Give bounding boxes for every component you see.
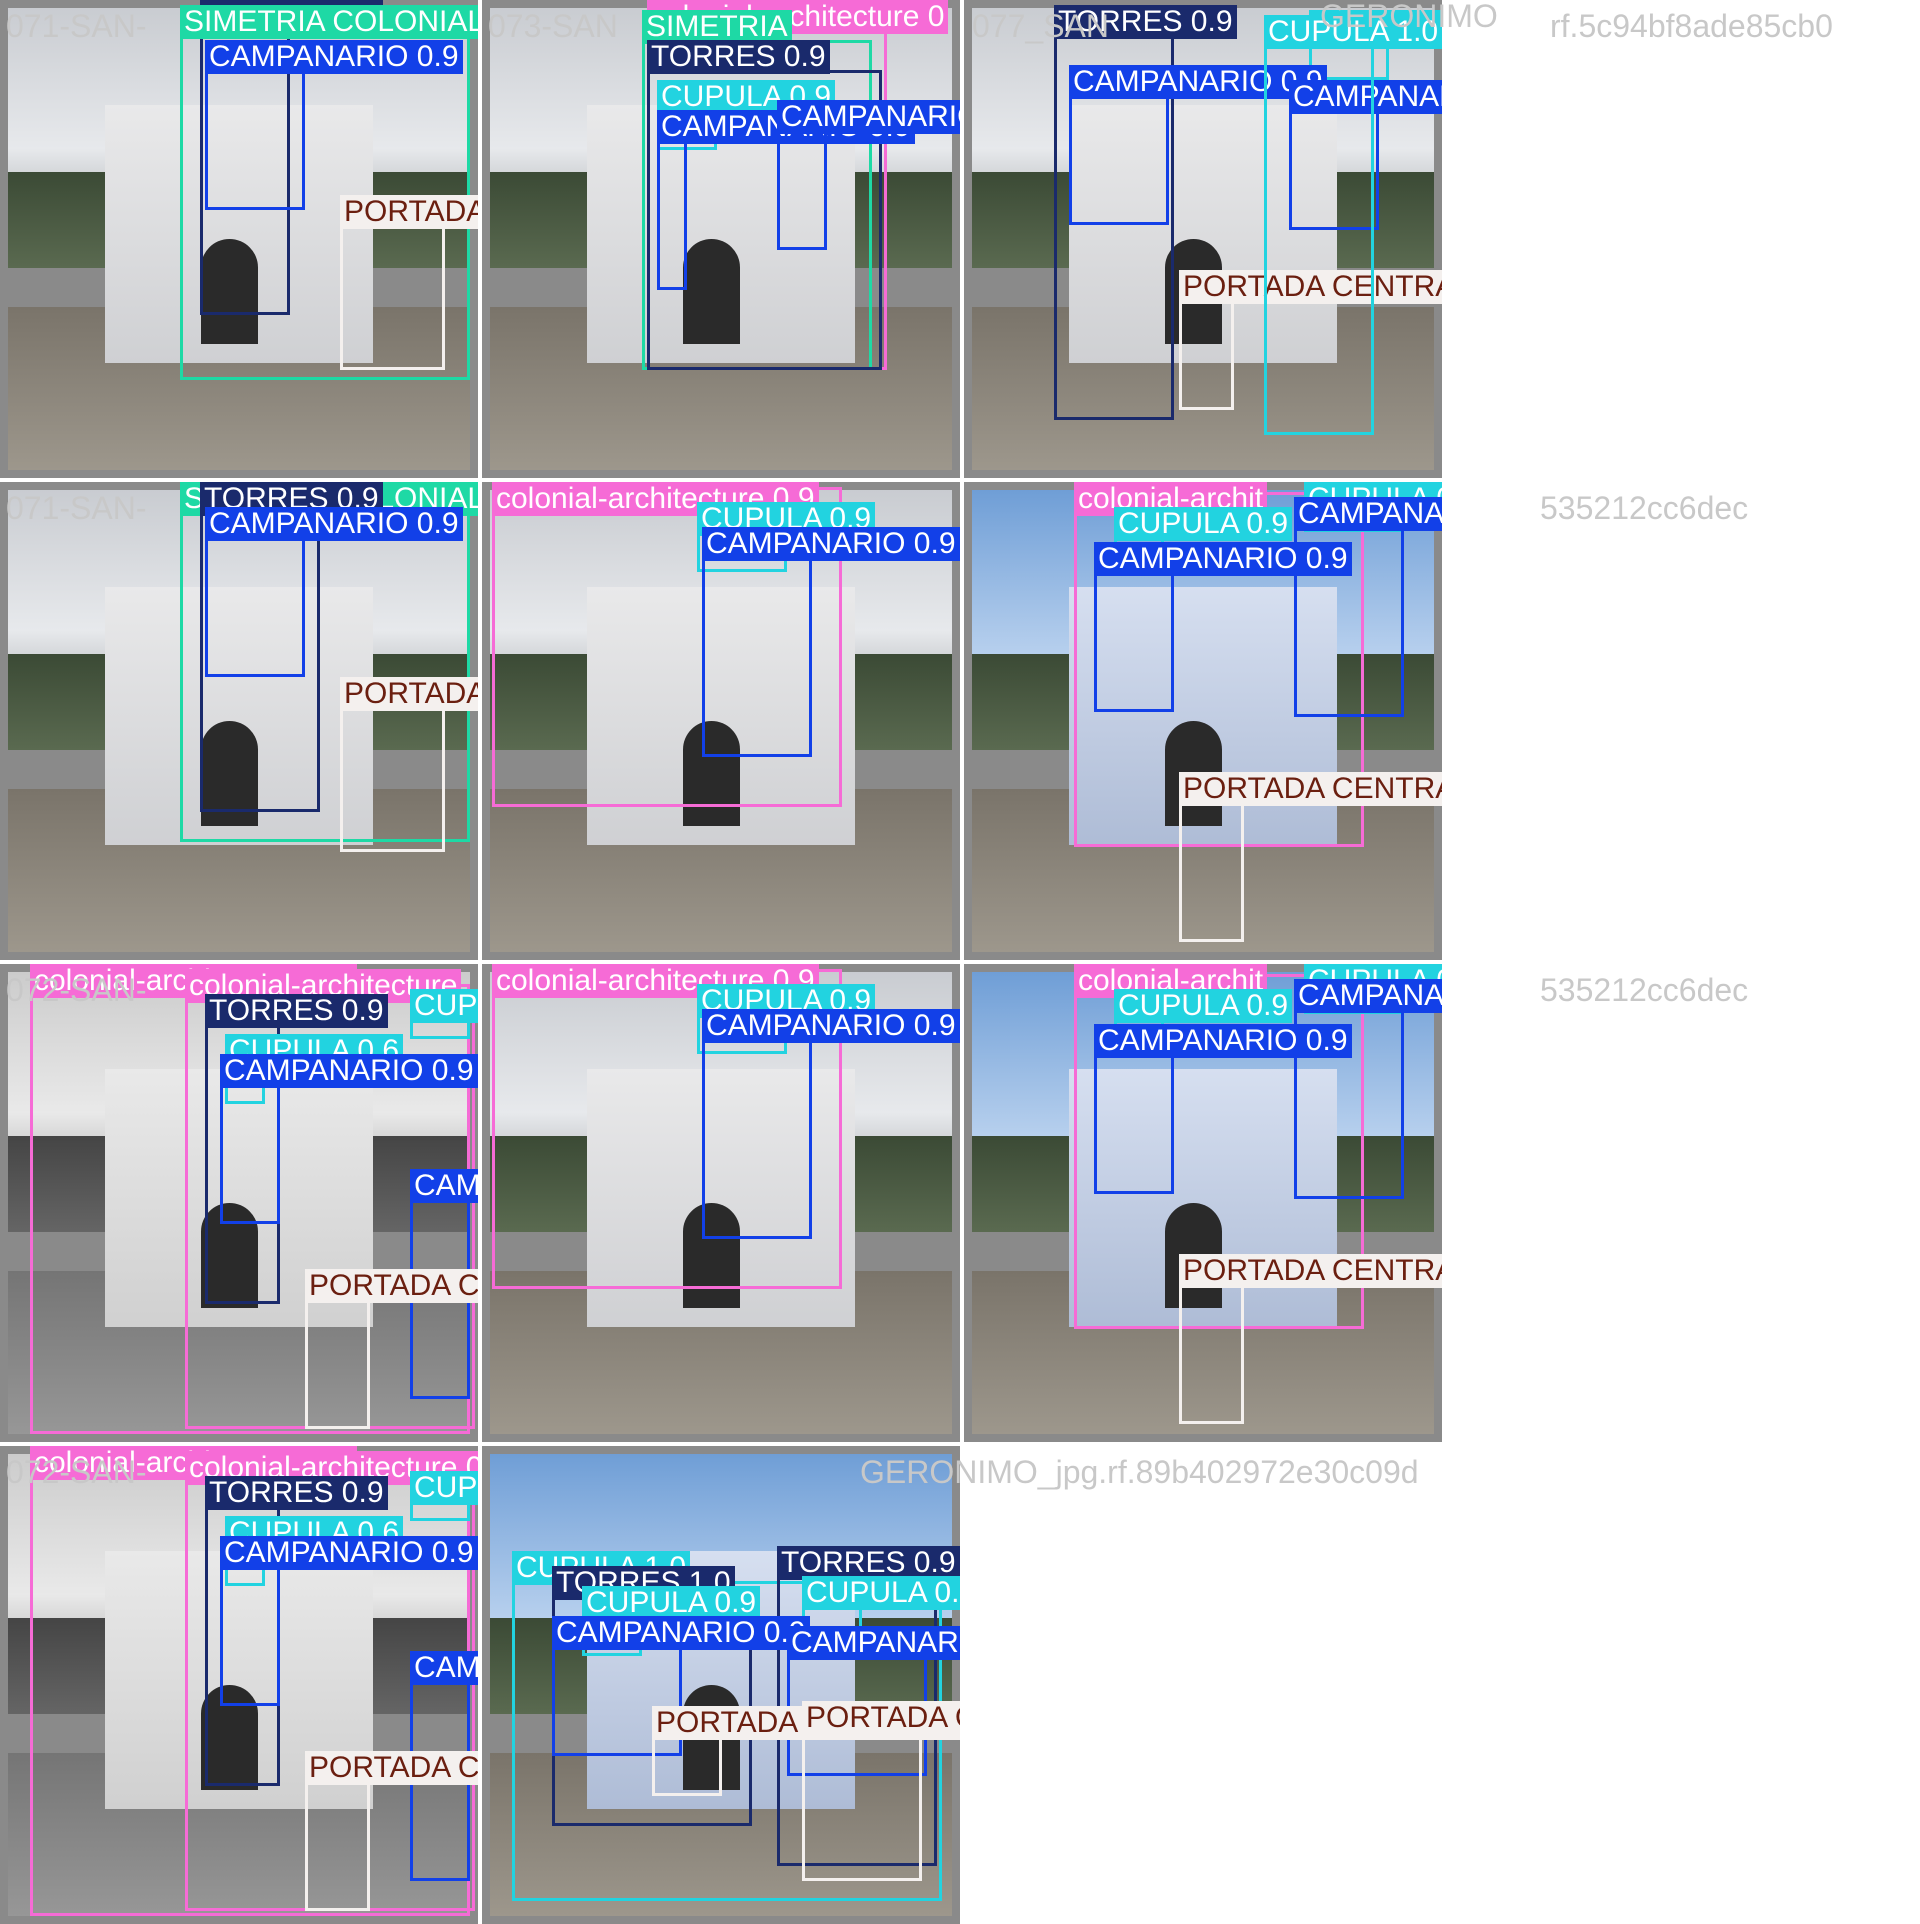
bbox-campanario bbox=[1069, 95, 1169, 225]
image-filename: 535212cc6dec bbox=[1540, 972, 1749, 1008]
bbox-label: CAMPANARIO 0.9 bbox=[1294, 979, 1442, 1013]
detection-mosaic: TORRES 0.9SIMETRIA COLONIAL 0.6CAMPANARI… bbox=[0, 0, 1920, 1924]
mosaic-tile: colonial-architecture 0.9 CUPULA 0.9 CAMPA… bbox=[482, 964, 960, 1442]
mosaic-tile: colonial-architecture 0.9colonial-archit… bbox=[0, 1446, 478, 1924]
bbox-label: PORTADA CENTRAL 0.9 bbox=[1179, 1254, 1442, 1288]
bbox-label: CUPULA 0.9 bbox=[1114, 989, 1293, 1023]
bbox-portada-central bbox=[340, 225, 445, 370]
mosaic-tile: SIMETRIA COLONIALTORRES 0.9CAMPANARIO 0.… bbox=[0, 482, 478, 960]
mosaic-tile: colonial-architCUPULA 0.9CAMPANARIO 0.9C… bbox=[964, 482, 1442, 960]
bbox-label: CUPULA 0.9 bbox=[582, 1586, 761, 1620]
mosaic-tile: colonial-architecture 0 SIMETRIA TORRES 0.… bbox=[482, 0, 960, 478]
bbox-label: CAMPANARIO 0.9 bbox=[552, 1616, 810, 1650]
mosaic-tile: colonial-architCUPULA 0.9CAMPANARIO 0.9C… bbox=[964, 964, 1442, 1442]
bbox-campanario bbox=[657, 140, 687, 290]
bbox-campanario bbox=[777, 130, 827, 250]
mosaic-tile: colonial-architecture 0.9 CUPULA 0.9 CAMPA… bbox=[482, 482, 960, 960]
bbox-label: CAMPANARIO 0.9 bbox=[777, 100, 960, 134]
bbox-label: PORTADA CENTRAL 0.9 bbox=[340, 677, 478, 711]
bbox-label: CAMPANARIO 0.9 bbox=[220, 1054, 478, 1088]
bbox-label: CAMPANARIO 0.9 bbox=[1294, 497, 1442, 531]
bbox-campanario bbox=[220, 1084, 280, 1224]
bbox-label: CUPULA 1.0 bbox=[1264, 15, 1442, 49]
bbox-label: PORTADA CENTRAL 0.9 bbox=[1179, 772, 1442, 806]
bbox-campanario bbox=[1094, 572, 1174, 712]
mosaic-tile: TORRES 0.9CUPULA 0.9CAMPANARIO 0.9CAMPAN… bbox=[964, 0, 1442, 478]
bbox-label: CAMPANARIO 0.9 bbox=[220, 1536, 478, 1570]
bbox-label: CAMPANARIO 0.9 bbox=[1094, 1024, 1352, 1058]
bbox-label: CAMPANARIO 0.9 bbox=[1094, 542, 1352, 576]
bbox-label: TORRES 0.9 bbox=[205, 1476, 388, 1510]
bbox-label: PORTADA CENTRAL 0.9 bbox=[305, 1751, 478, 1785]
bbox-label: PORTADA CENTRAL 0.9 bbox=[802, 1701, 960, 1735]
bbox-label: TORRES 0.9 bbox=[1054, 5, 1237, 39]
bbox-portada-central bbox=[305, 1781, 370, 1911]
bbox-label: PORTADA CENTRAL 0.9 bbox=[305, 1269, 478, 1303]
mosaic-tile: TORRES 0.9SIMETRIA COLONIAL 0.6CAMPANARI… bbox=[0, 0, 478, 478]
bbox-portada-central bbox=[1179, 1284, 1244, 1424]
bbox-label: CAMPANARIO 0.9 bbox=[702, 527, 960, 561]
bbox-campanario bbox=[1094, 1054, 1174, 1194]
bbox-label: SIMETRIA bbox=[642, 10, 792, 44]
bbox-label: CAMPANARIO 0.9 bbox=[410, 1651, 478, 1685]
bbox-label: CUPULA 0.9 bbox=[802, 1576, 960, 1610]
bbox-label: CAMPANARIO 0.9 bbox=[205, 40, 463, 74]
bbox-portada-central bbox=[340, 707, 445, 852]
bbox-campanario bbox=[205, 70, 305, 210]
mosaic-tile: CUPULA 1.0TORRES 1.0TORRES 0.9CUPULA 0.9… bbox=[482, 1446, 960, 1924]
mosaic-tile: colonial-architecture 0.9colonial-archit… bbox=[0, 964, 478, 1442]
bbox-campanario bbox=[702, 1039, 812, 1239]
bbox-portada-central bbox=[1179, 300, 1234, 410]
bbox-campanario bbox=[205, 537, 305, 677]
bbox-campanario bbox=[220, 1566, 280, 1706]
bbox-label: CAMPANARIO 0.9 bbox=[205, 507, 463, 541]
bbox-portada-central bbox=[305, 1299, 370, 1429]
image-filename: rf.5c94bf8ade85cb0 bbox=[1550, 8, 1833, 44]
bbox-label: CAMPANARIO 0.9 bbox=[410, 1169, 478, 1203]
image-filename: 535212cc6dec bbox=[1540, 490, 1749, 526]
bbox-label: TORRES 0.9 bbox=[777, 1546, 960, 1580]
bbox-label: CUPULA 0.9 bbox=[1114, 507, 1293, 541]
bbox-label: PORTADA CENTRAL 0.9 bbox=[340, 195, 478, 229]
bbox-label: TORRES 0.9 bbox=[205, 994, 388, 1028]
bbox-label: SIMETRIA COLONIAL 0.6 bbox=[180, 5, 478, 39]
bbox-cupula bbox=[1264, 45, 1374, 435]
bbox-campanario bbox=[702, 557, 812, 757]
bbox-label: CUPULA 0.9 bbox=[410, 1471, 478, 1505]
bbox-label: CAMPANARIO 0.9 bbox=[787, 1626, 960, 1660]
bbox-label: CUPULA 0.9 bbox=[410, 989, 478, 1023]
bbox-label: CAMPANARIO 0.9 bbox=[702, 1009, 960, 1043]
bbox-label: TORRES 0.9 bbox=[647, 40, 830, 74]
bbox-portada-central bbox=[652, 1736, 722, 1796]
bbox-portada-central bbox=[1179, 802, 1244, 942]
bbox-portada-central bbox=[802, 1731, 922, 1881]
